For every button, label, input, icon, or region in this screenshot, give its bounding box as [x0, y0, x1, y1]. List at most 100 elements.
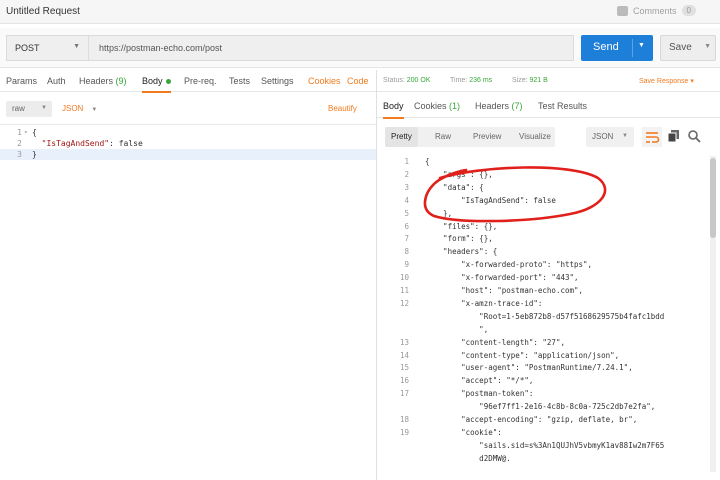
chevron-down-icon: ▼	[91, 107, 98, 113]
line-number: 1	[17, 128, 22, 137]
line-number: 8	[404, 247, 409, 257]
line-number: 13	[399, 337, 409, 347]
body-format-select[interactable]: JSON ▼	[62, 104, 97, 113]
line-number: 9	[404, 260, 409, 270]
view-pretty-button[interactable]: Pretty	[385, 127, 418, 147]
response-scroll-thumb[interactable]	[710, 158, 716, 238]
line-number: 5	[404, 208, 409, 218]
status-label: Status:	[383, 77, 405, 84]
send-divider	[632, 39, 633, 57]
save-options-chevron-icon[interactable]: ▼	[704, 43, 711, 50]
line-number: 2	[17, 139, 22, 148]
code-text: "form": {},	[425, 234, 493, 244]
time-value: 236 ms	[469, 77, 493, 84]
body-format-value: JSON	[62, 104, 84, 113]
line-number: 14	[399, 350, 409, 360]
tab-resp-headers-count: (7)	[511, 101, 523, 111]
fold-icon[interactable]: ▾	[24, 127, 28, 138]
tab-pre-request[interactable]: Pre-req.	[184, 76, 217, 86]
response-line: 7 "form": {},	[377, 233, 707, 244]
view-preview-button[interactable]: Preview	[467, 127, 507, 147]
method-value: POST	[15, 43, 40, 53]
response-line: 13 "content-length": "27",	[377, 337, 707, 348]
view-mode-group: Pretty Raw Preview Visualize	[385, 127, 555, 147]
comments-label: Comments	[633, 5, 677, 16]
chevron-down-icon: ▾	[690, 78, 694, 85]
response-line: 12 "x-amzn-trace-id":	[377, 298, 707, 309]
tab-resp-headers-label: Headers	[475, 101, 510, 111]
time-label: Time:	[450, 77, 468, 84]
response-line: "96ef7ff1-2e16-4c8b-8c0a-725c2db7e2fa",	[377, 401, 707, 412]
beautify-link[interactable]: Beautify	[328, 104, 357, 113]
tab-headers-count: (9)	[115, 76, 127, 86]
chevron-down-icon: ▼	[73, 43, 80, 50]
code-text: {	[32, 128, 37, 137]
request-body-editor[interactable]: 1 ▾ { 2 "IsTagAndSend": false 3 }	[0, 124, 376, 480]
view-visualize-button[interactable]: Visualize	[513, 127, 557, 147]
editor-line: 2 "IsTagAndSend": false	[0, 138, 376, 149]
line-number: 18	[399, 415, 409, 424]
send-label: Send	[593, 41, 619, 53]
editor-line: 1 ▾ {	[0, 127, 376, 138]
search-icon[interactable]	[687, 129, 701, 143]
wrap-lines-icon[interactable]	[642, 127, 662, 147]
tab-response-cookies[interactable]: Cookies (1)	[414, 101, 460, 111]
response-format-select[interactable]: JSON ▼	[586, 127, 634, 147]
send-button[interactable]: Send ▼	[581, 35, 653, 61]
tab-settings[interactable]: Settings	[261, 76, 294, 86]
json-value: : false	[109, 139, 143, 148]
line-number: 16	[399, 376, 409, 386]
request-title[interactable]: Untitled Request	[6, 6, 80, 17]
code-text: "sails.sid=s%3An1QUJhV5vbmyK1av88Iw2m7F6…	[425, 440, 665, 450]
tab-auth[interactable]: Auth	[47, 76, 66, 86]
response-format-value: JSON	[592, 132, 614, 141]
comments-button[interactable]: Comments 0	[617, 5, 696, 16]
tab-test-results[interactable]: Test Results	[538, 101, 587, 111]
response-line: ",	[377, 324, 707, 335]
tab-headers[interactable]: Headers (9)	[79, 76, 127, 86]
copy-icon[interactable]	[667, 129, 681, 143]
tab-params[interactable]: Params	[6, 76, 37, 86]
tab-headers-label: Headers	[79, 76, 114, 86]
tab-tests[interactable]: Tests	[229, 76, 250, 86]
tab-response-body[interactable]: Body	[383, 101, 404, 119]
line-number: 11	[399, 286, 409, 295]
view-raw-button[interactable]: Raw	[429, 127, 457, 147]
line-number: 3	[17, 150, 22, 159]
code-link[interactable]: Code	[347, 76, 369, 86]
response-view-toolbar: Pretty Raw Preview Visualize JSON ▼	[377, 122, 720, 152]
response-line: 9 "x-forwarded-proto": "https",	[377, 259, 707, 270]
response-line: d2DMW@.	[377, 453, 707, 464]
status-info: Status: 200 OK	[383, 77, 431, 84]
code-text: "x-forwarded-port": "443",	[425, 273, 579, 283]
code-text: "postman-token":	[425, 389, 534, 399]
send-options-chevron-icon[interactable]: ▼	[638, 42, 645, 49]
method-select[interactable]: POST ▼	[6, 35, 88, 61]
editor-line: 3 }	[0, 149, 376, 160]
code-text: "Root=1-5eb872b8-d57f5168629575b4fafc1bd…	[425, 311, 665, 321]
response-line: 15 "user-agent": "PostmanRuntime/7.24.1"…	[377, 362, 707, 373]
body-mode-select[interactable]: raw ▼	[6, 101, 52, 117]
response-line: 10 "x-forwarded-port": "443",	[377, 272, 707, 283]
save-response-button[interactable]: Save Response ▾	[639, 77, 694, 85]
response-line: 14 "content-type": "application/json",	[377, 350, 707, 361]
cookies-link[interactable]: Cookies	[308, 76, 341, 86]
url-input[interactable]: https://postman-echo.com/post	[88, 35, 574, 61]
body-mode-value: raw	[12, 104, 25, 113]
annotation-circle	[423, 166, 607, 223]
line-number: 15	[399, 363, 409, 373]
tab-body[interactable]: Body	[142, 76, 171, 93]
response-tabs: Body Cookies (1) Headers (7) Test Result…	[377, 96, 720, 119]
code-text: "host": "postman-echo.com",	[425, 286, 584, 295]
response-status-bar: Status: 200 OK Time: 236 ms Size: 921 B …	[377, 70, 720, 92]
title-bar: Untitled Request Comments 0	[0, 0, 720, 24]
response-line: "sails.sid=s%3An1QUJhV5vbmyK1av88Iw2m7F6…	[377, 440, 707, 451]
size-info: Size: 921 B	[512, 77, 548, 84]
save-label: Save	[669, 42, 692, 53]
code-text: "user-agent": "PostmanRuntime/7.24.1",	[425, 363, 633, 373]
tab-response-headers[interactable]: Headers (7)	[475, 101, 523, 111]
code-text: "content-length": "27",	[425, 337, 565, 347]
line-number: 2	[404, 169, 409, 179]
body-active-dot-icon	[165, 79, 171, 85]
save-button[interactable]: Save ▼	[660, 35, 716, 61]
